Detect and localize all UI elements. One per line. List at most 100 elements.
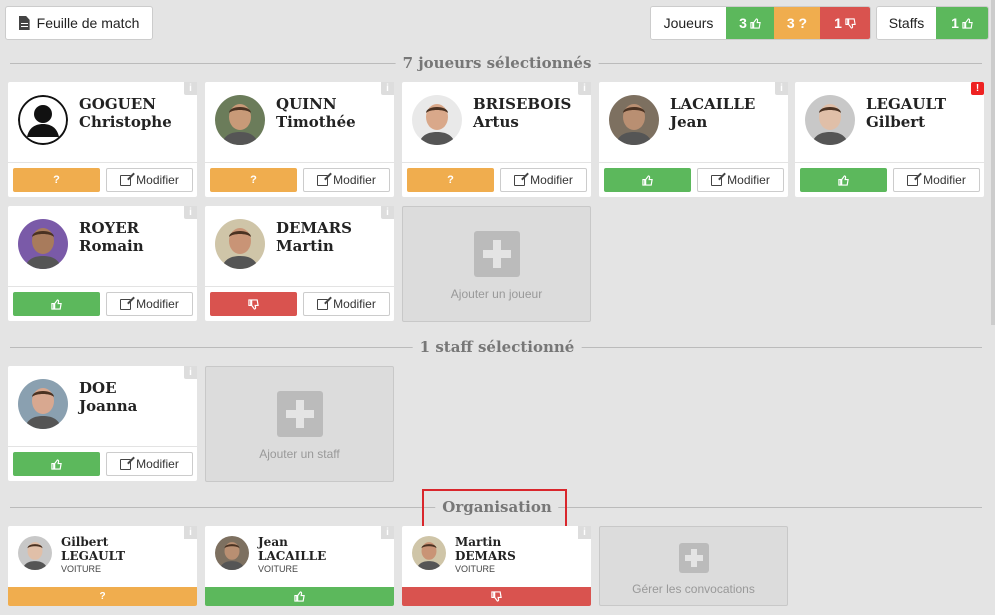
players-summary[interactable]: Joueurs 3 3 ? 1 <box>650 6 871 40</box>
modify-label: Modifier <box>333 173 376 187</box>
staff-card[interactable]: i DOE Joanna Modifier <box>8 366 197 481</box>
player-first-name: Jean <box>670 113 708 131</box>
thumbs-up-icon <box>838 174 849 186</box>
info-icon[interactable]: i <box>775 82 788 95</box>
modify-button[interactable]: Modifier <box>893 168 980 192</box>
photo-icon <box>215 219 265 269</box>
modify-button[interactable]: Modifier <box>106 452 193 476</box>
photo-icon <box>805 95 855 145</box>
status-button[interactable] <box>205 587 394 606</box>
players-maybe-count[interactable]: 3 ? <box>774 7 820 39</box>
thumbs-up-icon <box>51 298 62 310</box>
add-staff-button[interactable]: Ajouter un staff <box>205 366 394 482</box>
edit-icon <box>514 174 526 186</box>
photo-icon <box>18 379 68 429</box>
avatar <box>18 379 68 429</box>
modify-button[interactable]: Modifier <box>303 168 390 192</box>
staffs-yes-count[interactable]: 1 <box>935 7 988 39</box>
match-sheet-button[interactable]: Feuille de match <box>5 6 153 40</box>
edit-icon <box>907 174 919 186</box>
organisation-last-name: LEGAULT <box>61 549 125 563</box>
player-card[interactable]: i BRISEBOIS Artus? Modifier <box>402 82 591 197</box>
info-icon[interactable]: i <box>381 526 394 539</box>
info-icon[interactable]: i <box>381 82 394 95</box>
players-no-count[interactable]: 1 <box>820 7 870 39</box>
status-button[interactable] <box>13 452 100 476</box>
status-label: ? <box>250 174 257 186</box>
divider <box>795 162 984 163</box>
staff-last-name: DOE <box>79 379 117 397</box>
status-button[interactable] <box>604 168 691 192</box>
modify-label: Modifier <box>136 297 179 311</box>
document-icon <box>18 16 30 30</box>
photo-icon <box>18 219 68 269</box>
player-card[interactable]: i LACAILLE Jean Modifier <box>599 82 788 197</box>
status-button[interactable] <box>13 292 100 316</box>
info-icon[interactable]: i <box>184 206 197 219</box>
organisation-card[interactable]: i Jean LACAILLE VOITURE <box>205 526 394 606</box>
edit-icon <box>120 458 132 470</box>
modify-button[interactable]: Modifier <box>106 168 193 192</box>
staff-name: DOE Joanna <box>79 379 137 415</box>
thumbs-up-icon <box>962 17 973 29</box>
thumbs-down-icon <box>491 591 502 602</box>
player-card[interactable]: i GOGUEN Christophe? Modifier <box>8 82 197 197</box>
thumbs-up-icon <box>750 17 761 29</box>
status-button[interactable] <box>800 168 887 192</box>
status-button[interactable]: ? <box>8 587 197 606</box>
players-label: Joueurs <box>651 7 726 39</box>
modify-button[interactable]: Modifier <box>500 168 587 192</box>
scrollbar[interactable] <box>991 0 995 325</box>
player-card[interactable]: i QUINN Timothée? Modifier <box>205 82 394 197</box>
player-name: QUINN Timothée <box>276 95 356 131</box>
modify-button[interactable]: Modifier <box>303 292 390 316</box>
edit-icon <box>711 174 723 186</box>
player-card[interactable]: ! LEGAULT Gilbert Modifier <box>795 82 984 197</box>
avatar <box>215 536 249 570</box>
thumbs-up-icon <box>294 591 305 602</box>
status-label: ? <box>53 174 60 186</box>
avatar <box>18 536 52 570</box>
organisation-card[interactable]: i Martin DEMARS VOITURE <box>402 526 591 606</box>
organisation-card[interactable]: i Gilbert LEGAULT VOITURE? <box>8 526 197 606</box>
info-icon[interactable]: i <box>578 526 591 539</box>
divider <box>205 286 394 287</box>
info-icon[interactable]: i <box>184 526 197 539</box>
info-icon[interactable]: i <box>184 366 197 379</box>
organisation-last-name: LACAILLE <box>258 549 327 563</box>
player-last-name: LACAILLE <box>670 95 756 113</box>
player-card[interactable]: i DEMARS Martin Modifier <box>205 206 394 321</box>
status-button[interactable]: ? <box>13 168 100 192</box>
player-card[interactable]: i ROYER Romain Modifier <box>8 206 197 321</box>
status-button[interactable]: ? <box>407 168 494 192</box>
staffs-yes-value: 1 <box>951 15 959 31</box>
add-player-label: Ajouter un joueur <box>450 287 543 301</box>
organisation-name: Gilbert LEGAULT <box>61 535 125 563</box>
plus-icon <box>277 391 323 437</box>
modify-button[interactable]: Modifier <box>697 168 784 192</box>
manage-convocations-button[interactable]: Gérer les convocations <box>599 526 788 606</box>
organisation-first-name: Gilbert <box>61 535 109 549</box>
add-player-button[interactable]: Ajouter un joueur <box>402 206 591 322</box>
organisation-first-name: Jean <box>258 535 288 549</box>
alert-icon[interactable]: ! <box>971 82 984 95</box>
info-icon[interactable]: i <box>184 82 197 95</box>
organisation-last-name: DEMARS <box>455 549 516 563</box>
info-icon[interactable]: i <box>578 82 591 95</box>
staff-first-name: Joanna <box>79 397 138 415</box>
status-button[interactable]: ? <box>210 168 297 192</box>
status-button[interactable] <box>402 587 591 606</box>
info-icon[interactable]: i <box>381 206 394 219</box>
divider <box>402 162 591 163</box>
edit-icon <box>120 174 132 186</box>
avatar <box>805 95 855 145</box>
status-label: ? <box>447 174 454 186</box>
player-last-name: LEGAULT <box>866 95 946 113</box>
staff-section-title: 1 staff sélectionné <box>412 338 582 356</box>
modify-button[interactable]: Modifier <box>106 292 193 316</box>
divider <box>8 286 197 287</box>
player-name: BRISEBOIS Artus <box>473 95 571 131</box>
players-yes-count[interactable]: 3 <box>726 7 774 39</box>
staffs-summary[interactable]: Staffs 1 <box>876 6 989 40</box>
status-button[interactable] <box>210 292 297 316</box>
